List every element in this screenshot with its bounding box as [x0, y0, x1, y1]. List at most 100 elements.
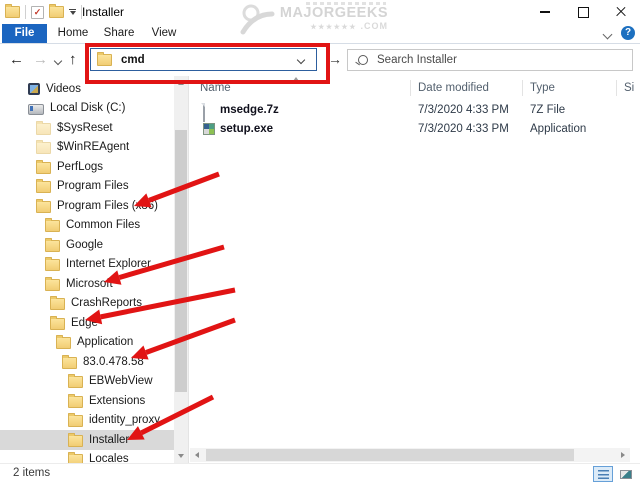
tree-item-crashreports[interactable]: CrashReports: [0, 294, 188, 314]
tree-item-application[interactable]: Application: [0, 333, 188, 353]
search-input[interactable]: [375, 53, 632, 67]
tree-item-videos[interactable]: Videos: [0, 79, 188, 99]
tree-item-label: Microsoft: [66, 277, 113, 290]
tree-item-local-disk-c[interactable]: Local Disk (C:): [0, 99, 188, 119]
tree-item-label: Installer: [89, 433, 130, 446]
file-type: Application: [530, 122, 587, 135]
tree-item-program-files[interactable]: Program Files: [0, 177, 188, 197]
window-controls: [526, 0, 640, 24]
minimize-button[interactable]: [526, 0, 564, 24]
file-list-pane: Name Date modified Type Si msedge.7z 7/3/…: [189, 76, 640, 463]
column-separator[interactable]: [410, 80, 411, 96]
tree-item-ebwebview[interactable]: EBWebView: [0, 372, 188, 392]
folder-icon: [68, 452, 83, 463]
scrollbar-thumb[interactable]: [206, 449, 574, 461]
tree-item-internet-explorer[interactable]: Internet Explorer: [0, 255, 188, 275]
column-separator[interactable]: [522, 80, 523, 96]
scrollbar-thumb[interactable]: [175, 130, 187, 392]
tree-item-locales[interactable]: Locales: [0, 450, 188, 463]
tree-item-google[interactable]: Google: [0, 235, 188, 255]
expand-ribbon-chevron-icon[interactable]: [602, 29, 613, 40]
folder-icon: [45, 218, 60, 233]
app-folder-icon: [5, 4, 20, 18]
tree-item-common-files[interactable]: Common Files: [0, 216, 188, 236]
tree-item-edge[interactable]: Edge: [0, 313, 188, 333]
folder-icon: [36, 179, 51, 194]
forward-button[interactable]: →: [33, 44, 48, 76]
tree-item-label: identity_proxy: [89, 414, 160, 427]
tree-item-microsoft[interactable]: Microsoft: [0, 274, 188, 294]
help-button[interactable]: ?: [621, 26, 635, 40]
scroll-down-icon[interactable]: [177, 454, 184, 458]
tree-item-label: Google: [66, 238, 104, 251]
tree-item-label: EBWebView: [89, 375, 153, 388]
new-folder-icon[interactable]: [49, 4, 64, 18]
up-button[interactable]: ↑: [69, 44, 77, 76]
quick-access-toolbar: ✓: [5, 0, 82, 24]
tree-item-winreagent[interactable]: $WinREAgent: [0, 138, 188, 158]
column-header-size[interactable]: Si: [624, 78, 634, 98]
scroll-right-icon[interactable]: [621, 451, 625, 458]
file-date-modified: 7/3/2020 4:33 PM: [418, 104, 509, 116]
file-rows: msedge.7z 7/3/2020 4:33 PM 7Z File setup.ex…: [189, 101, 640, 138]
large-icons-view-button[interactable]: [616, 466, 636, 482]
search-box[interactable]: [347, 49, 633, 71]
tree-item-identity-proxy[interactable]: identity_proxy: [0, 411, 188, 431]
ribbon-tab-strip: File Home Share View ?: [0, 24, 640, 44]
tree-item-label: Extensions: [89, 394, 146, 407]
tab-file[interactable]: File: [2, 24, 47, 43]
file-date-modified: 7/3/2020 4:33 PM: [418, 122, 509, 135]
tree-item-label: Common Files: [66, 219, 141, 232]
tree-item-label: $SysReset: [57, 121, 113, 134]
column-header-type[interactable]: Type: [530, 78, 555, 98]
column-separator[interactable]: [616, 80, 617, 96]
details-view-button[interactable]: [593, 466, 613, 482]
go-to-button[interactable]: →: [328, 44, 342, 76]
tree-item-83-0-478-58[interactable]: 83.0.478.58: [0, 352, 188, 372]
tree-item-sysreset[interactable]: $SysReset: [0, 118, 188, 138]
search-icon: [358, 55, 368, 65]
recent-locations-chevron-icon[interactable]: [53, 56, 63, 66]
file-row-msedge-7z[interactable]: msedge.7z 7/3/2020 4:33 PM 7Z File: [189, 101, 640, 122]
large-icons-view-icon: [620, 469, 632, 479]
app-file-icon: [203, 122, 215, 135]
folder-icon: [68, 413, 83, 428]
close-icon: [615, 6, 627, 18]
customize-qat-chevron-icon[interactable]: [69, 8, 76, 16]
tab-share[interactable]: Share: [100, 24, 138, 43]
properties-check-icon[interactable]: ✓: [31, 5, 44, 19]
tree-item-label: Videos: [46, 82, 81, 95]
drive-icon: [28, 103, 44, 115]
column-header-date-modified[interactable]: Date modified: [418, 78, 489, 98]
tree-item-label: CrashReports: [71, 297, 142, 310]
address-input[interactable]: cmd: [121, 54, 145, 66]
tree-item-installer[interactable]: Installer: [0, 430, 174, 450]
tree-item-program-files-x86[interactable]: Program Files (x86): [0, 196, 188, 216]
folder-icon: [36, 159, 51, 174]
tab-view[interactable]: View: [146, 24, 182, 43]
tree-item-perflogs[interactable]: PerfLogs: [0, 157, 188, 177]
tree-vertical-scrollbar[interactable]: [174, 76, 188, 463]
folder-icon: [68, 374, 83, 389]
tree-item-extensions[interactable]: Extensions: [0, 391, 188, 411]
address-dropdown-chevron-icon[interactable]: [296, 55, 306, 65]
content-area: Videos Local Disk (C:) $SysReset $WinREAgen…: [0, 76, 640, 463]
address-folder-icon: [97, 51, 112, 66]
back-button[interactable]: ←: [9, 44, 24, 76]
scroll-left-icon[interactable]: [195, 451, 199, 458]
scroll-up-icon[interactable]: [177, 81, 184, 85]
maximize-button[interactable]: [564, 0, 602, 24]
address-bar[interactable]: cmd: [90, 48, 317, 71]
file-pane-horizontal-scrollbar[interactable]: [190, 448, 630, 462]
folder-icon: [36, 198, 51, 213]
file-row-setup-exe[interactable]: setup.exe 7/3/2020 4:33 PM Application: [189, 120, 640, 139]
item-count: 2 items: [13, 467, 51, 479]
tab-home[interactable]: Home: [56, 24, 90, 43]
folder-icon: [36, 140, 51, 155]
sort-ascending-icon: [293, 77, 299, 81]
column-header-name[interactable]: Name: [200, 78, 231, 98]
close-button[interactable]: [602, 0, 640, 24]
status-bar: 2 items: [0, 463, 640, 483]
separator: [25, 5, 26, 19]
folder-icon: [50, 296, 65, 311]
